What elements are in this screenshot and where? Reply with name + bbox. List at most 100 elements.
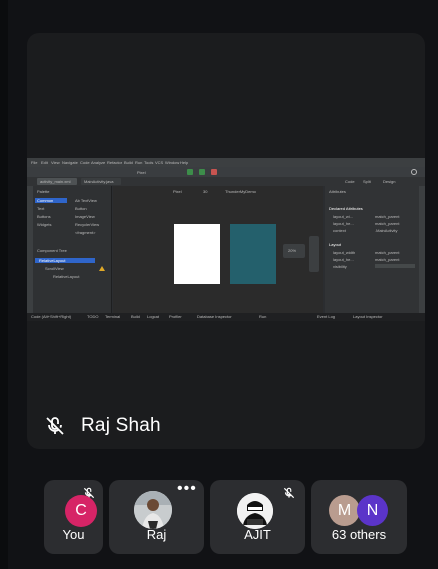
ide-tab-mainactivity: MainActivity.java xyxy=(81,178,121,185)
ide-tree-item-scrollview: ScrollView xyxy=(45,266,64,271)
ide-menu-window: Window xyxy=(165,160,180,165)
participant-name: Raj xyxy=(146,527,167,542)
warning-icon xyxy=(99,266,105,271)
ide-right-tool-strip xyxy=(419,186,425,313)
mic-off-icon xyxy=(46,417,64,435)
ide-run-icon xyxy=(187,169,193,175)
ide-tab-activity-main: activity_main.xml xyxy=(37,178,77,185)
participant-tile-you[interactable]: C You xyxy=(44,480,103,554)
ide-palette-category-common: Common xyxy=(37,198,54,203)
ide-tree-item-relativelayout-child: RelativeLayout xyxy=(53,274,80,279)
ide-attr-row-name: layout_he... xyxy=(333,221,354,226)
person-photo-icon xyxy=(134,491,172,529)
ide-palette-category-text: Text xyxy=(37,206,45,211)
ide-attr-row-name: context xyxy=(333,228,346,233)
avatar: M xyxy=(329,495,360,526)
avatar: N xyxy=(357,495,388,526)
ide-stop-icon xyxy=(211,169,217,175)
ide-zoom-hint: 20% xyxy=(288,248,297,253)
ide-palette-item-fragment: <fragment> xyxy=(75,230,96,235)
ide-palette-item-recyclerview: RecyclerView xyxy=(75,222,100,227)
ide-view-design: Design xyxy=(383,179,396,184)
ide-bottom-tab-run: Run xyxy=(259,314,267,319)
ide-menu-edit: Edit xyxy=(41,160,48,165)
ide-debug-icon xyxy=(199,169,205,175)
ide-component-tree-title: Component Tree xyxy=(37,248,67,253)
ide-attr-section-layout: Layout xyxy=(329,242,342,247)
ide-attr-row-value: match_parent xyxy=(375,214,400,219)
ide-tree-item-relativelayout: RelativeLayout xyxy=(39,258,66,263)
window-edge xyxy=(0,0,8,569)
ide-status-bar: Code (Alt+Shift+Right) TODO Terminal Bui… xyxy=(27,313,425,321)
design-preview-screen xyxy=(174,224,220,284)
ide-palette-panel: Palette Common Text Buttons Widgets Ab T… xyxy=(33,186,112,313)
participant-tile-raj[interactable]: ••• Raj xyxy=(109,480,204,554)
ide-attr-row-name: layout_wi... xyxy=(333,214,354,219)
ide-menu-file: File xyxy=(31,160,38,165)
ide-search-icon xyxy=(411,169,417,175)
participant-name: AJIT xyxy=(244,527,271,542)
ide-attr-row-name: layout_width xyxy=(333,250,356,255)
ide-palette-item-button: Button xyxy=(75,206,87,211)
ide-bottom-tab-todo: TODO xyxy=(87,314,99,319)
ide-menu-code: Code xyxy=(80,160,90,165)
speaker-name-row: Raj Shah xyxy=(43,409,161,443)
ide-menu-view: View xyxy=(51,160,60,165)
ide-zoom-tooltip: 20% xyxy=(283,244,305,258)
more-options-icon[interactable]: ••• xyxy=(177,481,197,497)
avatar-initial: M xyxy=(337,502,352,519)
ide-toolbar: Pixel xyxy=(27,167,425,177)
ide-view-code: Code xyxy=(345,179,355,184)
ide-tab-label: activity_main.xml xyxy=(40,179,71,184)
avatar-initial: C xyxy=(75,502,87,519)
avatar: C xyxy=(65,495,97,527)
participant-name: 63 others xyxy=(331,527,387,542)
ide-bottom-tab-build: Build xyxy=(131,314,140,319)
ide-bottom-tab-terminal: Terminal xyxy=(105,314,121,319)
ide-menu-vcs: VCS xyxy=(155,160,164,165)
ide-zoom-controls xyxy=(309,236,319,272)
ide-menubar: File Edit View Navigate Code Analyze Ref… xyxy=(27,158,425,167)
ide-attr-row-name: layout_he... xyxy=(333,257,354,262)
ide-bottom-tab-layout-inspector: Layout Inspector xyxy=(353,314,383,319)
ide-attributes-title: Attributes xyxy=(329,189,346,194)
ide-editor-tabs: activity_main.xml MainActivity.java Code… xyxy=(27,177,425,186)
ide-palette-item-imageview: ImageView xyxy=(75,214,95,219)
ide-view-split: Split xyxy=(363,179,371,184)
ide-menu-refactor: Refactor xyxy=(107,160,123,165)
ide-canvas-api: 30 xyxy=(203,189,208,194)
ide-canvas-theme: ThunderMyDemo xyxy=(225,189,256,194)
ide-tab-label: MainActivity.java xyxy=(84,179,114,184)
ide-attr-row-value: match_parent xyxy=(375,257,400,262)
avatar xyxy=(237,493,273,529)
blueprint-preview-screen xyxy=(230,224,276,284)
ide-menu-analyze: Analyze xyxy=(91,160,106,165)
participant-tile-others[interactable]: M N 63 others xyxy=(311,480,407,554)
ide-menu-run: Run xyxy=(135,160,143,165)
ide-bottom-tab-logcat: Logcat xyxy=(147,314,160,319)
participant-tile-ajit[interactable]: AJIT xyxy=(210,480,305,554)
ide-bottom-tab-profiler: Profiler xyxy=(169,314,182,319)
ide-attr-section-declared: Declared Attributes xyxy=(329,206,363,211)
ide-design-canvas: Pixel 30 ThunderMyDemo 20% xyxy=(113,186,323,313)
ide-status-left: Code (Alt+Shift+Right) xyxy=(31,314,72,319)
ide-palette-item-textview: Ab TextView xyxy=(75,198,97,203)
ide-menu-help: Help xyxy=(180,160,189,165)
ide-attr-row-value: match_parent xyxy=(375,250,400,255)
shared-screen: File Edit View Navigate Code Analyze Ref… xyxy=(27,158,425,321)
ide-attr-row-value: match_parent xyxy=(375,221,400,226)
ide-palette-title: Palette xyxy=(37,189,50,194)
ide-device-label: Pixel xyxy=(137,170,146,175)
speaker-name: Raj Shah xyxy=(81,415,161,436)
ide-attr-dropdown xyxy=(375,264,415,268)
ide-attr-row-name: visibility xyxy=(333,264,347,269)
ide-menu-build: Build xyxy=(124,160,133,165)
ide-canvas-device: Pixel xyxy=(173,189,182,194)
ide-bottom-tab-database: Database Inspector xyxy=(197,314,232,319)
ide-palette-category-buttons: Buttons xyxy=(37,214,51,219)
ide-bottom-tab-eventlog: Event Log xyxy=(317,314,336,319)
avatar-photo xyxy=(134,491,172,529)
main-speaker-tile[interactable]: File Edit View Navigate Code Analyze Ref… xyxy=(27,33,425,449)
ide-palette-category-widgets: Widgets xyxy=(37,222,52,227)
avatar-initial: N xyxy=(366,502,379,519)
